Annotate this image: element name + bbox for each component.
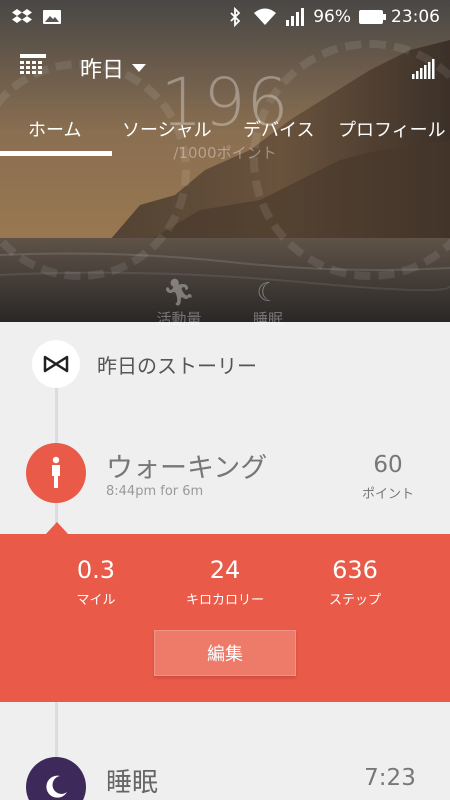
stat-distance-value: 0.3 bbox=[76, 556, 116, 584]
mode-activity[interactable]: 🏃︎ 活動量 bbox=[146, 278, 212, 329]
story-header: 昨日のストーリー bbox=[32, 340, 257, 388]
stat-distance: 0.3 マイル bbox=[36, 556, 156, 608]
moon-icon: ☾ bbox=[256, 278, 280, 308]
tab-social[interactable]: ソーシャル bbox=[122, 116, 212, 142]
stat-distance-label: マイル bbox=[76, 593, 116, 608]
story-title: 昨日のストーリー bbox=[97, 353, 257, 378]
sleep-icon[interactable] bbox=[26, 757, 86, 800]
dropbox-icon bbox=[12, 9, 32, 23]
wifi-icon bbox=[254, 8, 277, 25]
active-tab-indicator bbox=[0, 151, 112, 156]
sleep-title[interactable]: 睡眠 bbox=[106, 762, 158, 799]
misfit-logo-icon bbox=[32, 340, 80, 388]
mode-sleep-label: 睡眠 bbox=[252, 310, 283, 328]
stat-calories-label: キロカロリー bbox=[185, 593, 264, 608]
signal-icon bbox=[286, 8, 305, 26]
battery-icon bbox=[359, 10, 386, 24]
clock: 23:06 bbox=[391, 7, 440, 27]
activity-points-value: 60 bbox=[373, 452, 403, 478]
edit-button[interactable]: 編集 bbox=[154, 630, 296, 676]
stat-calories: 24 キロカロリー bbox=[165, 556, 285, 608]
activity-detail-panel: 0.3 マイル 24 キロカロリー 636 ステップ 編集 bbox=[0, 534, 450, 702]
activity-points-label: ポイント bbox=[361, 487, 414, 502]
sleep-duration: 7:23 bbox=[364, 765, 416, 791]
running-icon: 🏃︎ bbox=[162, 278, 196, 308]
activity-title[interactable]: ウォーキング bbox=[106, 446, 267, 485]
stat-steps: 636 ステップ bbox=[295, 556, 415, 608]
mode-activity-label: 活動量 bbox=[156, 310, 202, 328]
walking-icon[interactable] bbox=[26, 443, 86, 503]
image-icon bbox=[43, 10, 61, 24]
status-bar: 96% 23:06 bbox=[0, 0, 450, 34]
mode-sleep[interactable]: ☾ 睡眠 bbox=[238, 278, 298, 329]
tab-profile[interactable]: プロフィール bbox=[338, 116, 446, 142]
stat-calories-value: 24 bbox=[209, 556, 241, 584]
tab-devices[interactable]: デバイス bbox=[243, 116, 314, 142]
stat-steps-value: 636 bbox=[332, 556, 378, 584]
battery-percent: 96% bbox=[313, 7, 351, 27]
bluetooth-icon bbox=[230, 7, 241, 27]
activity-time: 8:44pm for 6m bbox=[106, 484, 204, 499]
tab-home[interactable]: ホーム bbox=[28, 116, 81, 142]
stat-steps-label: ステップ bbox=[328, 593, 381, 608]
